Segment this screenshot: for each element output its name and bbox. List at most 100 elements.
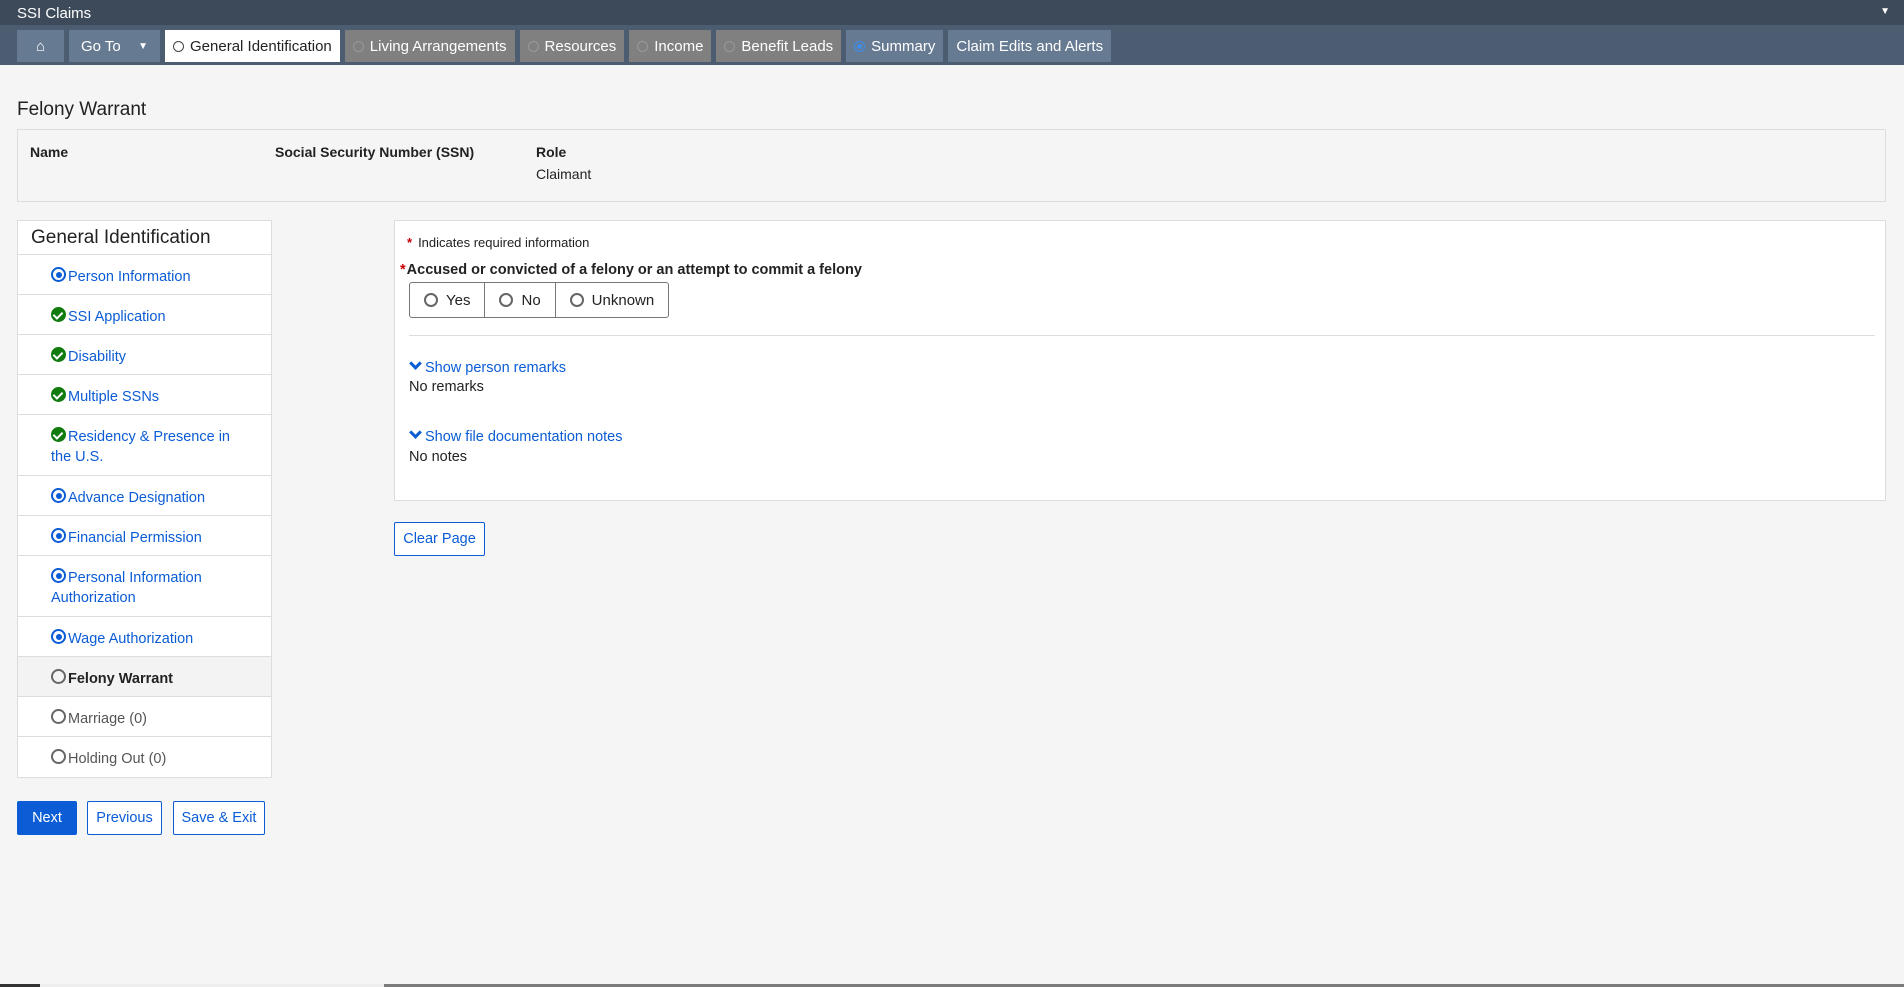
sidebar-item-label: Financial Permission — [68, 530, 202, 546]
tab-income[interactable]: Income — [629, 30, 712, 62]
felony-radio-group: Yes No Unknown — [409, 282, 670, 318]
status-radio-icon — [352, 40, 364, 52]
notes-text: No notes — [409, 449, 468, 465]
person-info-box: Name Social Security Number (SSN) Role Cl… — [17, 129, 1886, 202]
required-note-text: Indicates required information — [418, 235, 590, 250]
radio-icon — [569, 293, 584, 307]
tab-resources[interactable]: Resources — [519, 30, 625, 62]
home-icon: ⌂ — [35, 37, 46, 55]
status-radio-icon — [173, 40, 184, 52]
check-circle-icon — [51, 347, 66, 362]
sidebar-item-multiple-ssns[interactable]: Multiple SSNs — [18, 375, 271, 415]
in-progress-icon — [51, 488, 66, 503]
status-radio-icon — [637, 40, 649, 52]
tab-living-arrangements[interactable]: Living Arrangements — [344, 30, 515, 62]
home-button[interactable]: ⌂ — [17, 30, 64, 62]
required-asterisk: * — [407, 235, 413, 250]
sidebar-item-label: Multiple SSNs — [68, 389, 160, 405]
ssn-label: Social Security Number (SSN) — [275, 144, 475, 160]
next-button[interactable]: Next — [17, 801, 77, 835]
sidebar-item-label: Disability — [68, 349, 127, 365]
sidebar-item-label: Person Information — [68, 269, 191, 285]
show-person-remarks-link[interactable]: Show person remarks — [409, 357, 567, 376]
status-radio-selected-icon — [854, 40, 866, 52]
previous-button[interactable]: Previous — [87, 801, 162, 835]
app-title-bar: SSI Claims ▼ — [0, 0, 1904, 25]
sidebar-item-personal-information-authorization[interactable]: Personal Information Authorization — [18, 556, 271, 617]
section-sidebar: General Identification Person Informatio… — [17, 220, 272, 778]
page-title: Felony Warrant — [17, 99, 147, 120]
name-label: Name — [30, 144, 69, 160]
role-value: Claimant — [536, 166, 592, 182]
tab-label: Summary — [871, 37, 936, 55]
sidebar-item-wage-authorization[interactable]: Wage Authorization — [18, 617, 271, 657]
radio-label: No — [521, 291, 541, 309]
empty-circle-icon — [51, 709, 66, 724]
radio-label: Yes — [446, 291, 471, 309]
sidebar-item-marriage-0[interactable]: Marriage (0) — [18, 697, 271, 737]
save-exit-button[interactable]: Save & Exit — [173, 801, 265, 835]
sidebar-item-label: SSI Application — [68, 309, 166, 325]
top-nav: ⌂ Go To ▼ General Identification Living A… — [0, 25, 1904, 65]
question-text: Accused or convicted of a felony or an a… — [406, 262, 862, 278]
sidebar-item-label: Holding Out (0) — [68, 751, 167, 767]
sidebar-item-felony-warrant[interactable]: Felony Warrant — [18, 657, 271, 697]
sidebar-item-disability[interactable]: Disability — [18, 335, 271, 375]
in-progress-icon — [51, 568, 66, 583]
check-circle-icon — [51, 307, 66, 322]
sidebar-item-ssi-application[interactable]: SSI Application — [18, 295, 271, 335]
empty-circle-icon — [51, 749, 66, 764]
tab-claim-edits-alerts[interactable]: Claim Edits and Alerts — [948, 30, 1112, 62]
tab-label: General Identification — [190, 37, 332, 55]
form-panel: * Indicates required information *Accused… — [394, 220, 1886, 501]
sidebar-item-person-information[interactable]: Person Information — [18, 255, 271, 295]
divider — [409, 335, 1875, 336]
status-radio-icon — [527, 40, 539, 52]
sidebar-item-residency-presence-in-the-u-s[interactable]: Residency & Presence in the U.S. — [18, 415, 271, 476]
sidebar-item-advance-designation[interactable]: Advance Designation — [18, 476, 271, 516]
radio-yes[interactable]: Yes — [410, 283, 486, 317]
radio-no[interactable]: No — [485, 283, 556, 317]
link-text: Show person remarks — [425, 360, 567, 376]
in-progress-icon — [51, 267, 66, 282]
tab-label: Benefit Leads — [741, 37, 834, 55]
in-progress-icon — [51, 629, 66, 644]
goto-dropdown[interactable]: Go To ▼ — [69, 30, 160, 62]
show-documentation-notes-link[interactable]: Show file documentation notes — [409, 426, 623, 445]
sidebar-title: General Identification — [18, 221, 271, 255]
sidebar-item-holding-out-0[interactable]: Holding Out (0) — [18, 737, 271, 777]
sidebar-item-label: Advance Designation — [68, 490, 206, 506]
menu-caret-icon[interactable]: ▼ — [1880, 6, 1890, 17]
sidebar-item-label: Felony Warrant — [68, 671, 174, 687]
remarks-text: No remarks — [409, 379, 484, 395]
sidebar-item-label: Residency & Presence in the U.S. — [51, 429, 230, 465]
tab-label: Income — [654, 37, 704, 55]
goto-label: Go To — [81, 37, 121, 55]
tab-label: Claim Edits and Alerts — [956, 37, 1104, 55]
chevron-down-icon — [409, 426, 422, 439]
sidebar-item-label: Personal Information Authorization — [51, 570, 202, 606]
tab-benefit-leads[interactable]: Benefit Leads — [716, 30, 842, 62]
sidebar-item-financial-permission[interactable]: Financial Permission — [18, 516, 271, 556]
status-radio-icon — [724, 40, 736, 52]
clear-page-button[interactable]: Clear Page — [394, 522, 485, 556]
tab-label: Resources — [544, 37, 617, 55]
radio-label: Unknown — [591, 291, 655, 309]
check-circle-icon — [51, 387, 66, 402]
chevron-down-icon — [409, 357, 422, 370]
tab-general-identification[interactable]: General Identification — [165, 30, 340, 62]
check-circle-icon — [51, 427, 66, 442]
in-progress-icon — [51, 528, 66, 543]
tab-label: Living Arrangements — [369, 37, 507, 55]
sidebar-item-label: Wage Authorization — [68, 631, 194, 647]
tab-summary[interactable]: Summary — [846, 30, 944, 62]
radio-unknown[interactable]: Unknown — [556, 283, 669, 317]
empty-circle-icon — [51, 669, 66, 684]
felony-question: *Accused or convicted of a felony or an … — [400, 262, 862, 278]
sidebar-item-label: Marriage (0) — [68, 711, 147, 727]
link-text: Show file documentation notes — [425, 429, 623, 445]
role-label: Role — [536, 144, 567, 160]
radio-icon — [499, 293, 514, 307]
radio-icon — [424, 293, 438, 307]
required-asterisk: * — [400, 262, 406, 278]
